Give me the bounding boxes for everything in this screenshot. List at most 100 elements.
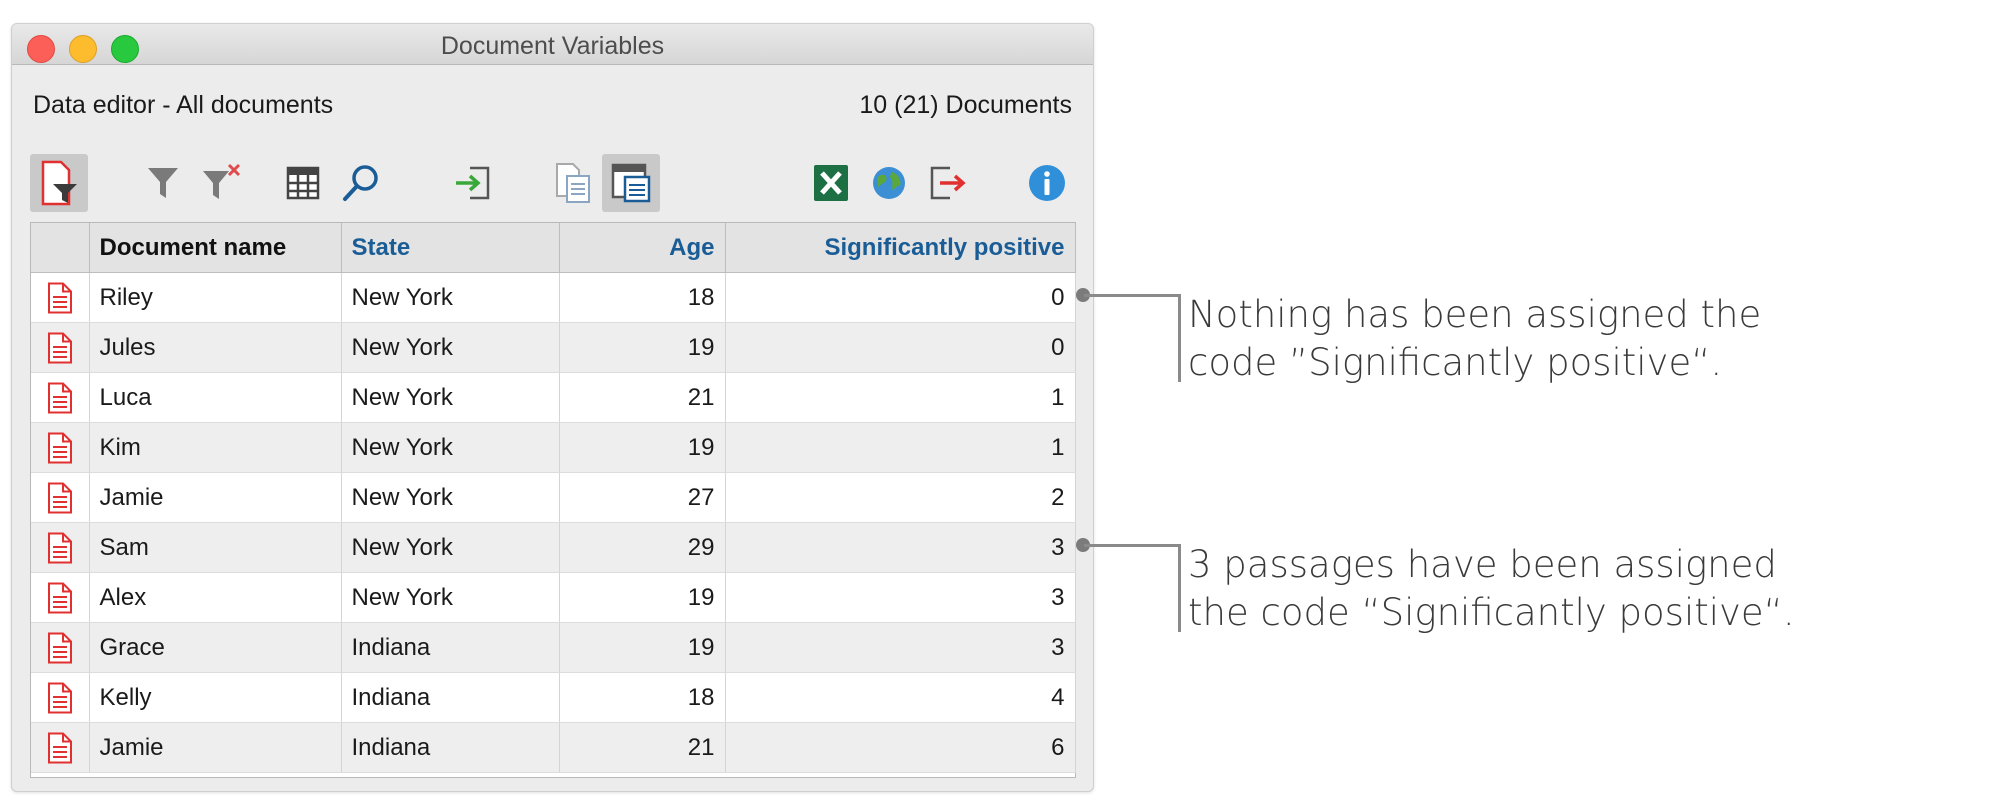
export-button[interactable] bbox=[918, 154, 976, 212]
document-view-button[interactable] bbox=[602, 154, 660, 212]
document-icon-cell[interactable] bbox=[31, 372, 90, 423]
document-list-icon bbox=[556, 163, 590, 203]
search-button[interactable] bbox=[332, 154, 390, 212]
document-view-icon bbox=[611, 163, 651, 203]
table-row[interactable]: Luca New York 21 1 bbox=[31, 372, 1076, 423]
significantly-positive-cell[interactable]: 4 bbox=[725, 672, 1076, 723]
columns-icon bbox=[286, 166, 320, 200]
significantly-positive-cell[interactable]: 0 bbox=[725, 322, 1076, 373]
age-cell[interactable]: 21 bbox=[559, 722, 726, 773]
document-icon-cell[interactable] bbox=[31, 472, 90, 523]
info-button[interactable] bbox=[1018, 154, 1076, 212]
age-cell[interactable]: 18 bbox=[559, 272, 726, 323]
document-icon bbox=[47, 432, 73, 463]
state-cell[interactable]: New York bbox=[341, 522, 560, 573]
document-name-cell[interactable]: Grace bbox=[89, 622, 342, 673]
age-cell[interactable]: 19 bbox=[559, 322, 726, 373]
document-icon bbox=[47, 582, 73, 613]
annotation-note-2-line-1: 3 passages have been assigned bbox=[1188, 543, 1777, 586]
column-header-document-name[interactable]: Document name bbox=[89, 223, 342, 273]
table-row[interactable]: Jamie Indiana 21 6 bbox=[31, 722, 1076, 773]
age-cell[interactable]: 19 bbox=[559, 622, 726, 673]
state-cell[interactable]: New York bbox=[341, 322, 560, 373]
significantly-positive-cell[interactable]: 0 bbox=[725, 272, 1076, 323]
column-header-age[interactable]: Age bbox=[559, 223, 726, 273]
import-icon bbox=[456, 166, 490, 200]
document-icon bbox=[47, 282, 73, 313]
annotation-connector-1 bbox=[1084, 294, 1180, 297]
state-cell[interactable]: New York bbox=[341, 472, 560, 523]
significantly-positive-cell[interactable]: 6 bbox=[725, 722, 1076, 773]
table-row[interactable]: Kelly Indiana 18 4 bbox=[31, 672, 1076, 723]
age-cell[interactable]: 19 bbox=[559, 422, 726, 473]
document-list-button[interactable] bbox=[543, 154, 601, 212]
document-icon-cell[interactable] bbox=[31, 672, 90, 723]
document-icon-cell[interactable] bbox=[31, 722, 90, 773]
document-icon-cell[interactable] bbox=[31, 422, 90, 473]
significantly-positive-cell[interactable]: 1 bbox=[725, 422, 1076, 473]
age-cell[interactable]: 18 bbox=[559, 672, 726, 723]
table-row[interactable]: Jamie New York 27 2 bbox=[31, 472, 1076, 523]
activate-filter-button[interactable] bbox=[134, 154, 192, 212]
column-header-significantly-positive[interactable]: Significantly positive bbox=[725, 223, 1076, 273]
info-icon bbox=[1029, 165, 1065, 201]
excel-export-button[interactable] bbox=[802, 154, 860, 212]
document-name-cell[interactable]: Kim bbox=[89, 422, 342, 473]
document-icon bbox=[47, 682, 73, 713]
table-row[interactable]: Jules New York 19 0 bbox=[31, 322, 1076, 373]
document-icon-cell[interactable] bbox=[31, 522, 90, 573]
state-cell[interactable]: New York bbox=[341, 372, 560, 423]
state-cell[interactable]: Indiana bbox=[341, 722, 560, 773]
significantly-positive-cell[interactable]: 2 bbox=[725, 472, 1076, 523]
age-cell[interactable]: 29 bbox=[559, 522, 726, 573]
table-row[interactable]: Alex New York 19 3 bbox=[31, 572, 1076, 623]
annotation-note-1-line-1: Nothing has been assigned the bbox=[1188, 293, 1762, 336]
document-icon bbox=[47, 532, 73, 563]
table-row[interactable]: Riley New York 18 0 bbox=[31, 272, 1076, 323]
state-cell[interactable]: New York bbox=[341, 422, 560, 473]
import-button[interactable] bbox=[444, 154, 502, 212]
document-name-cell[interactable]: Jamie bbox=[89, 472, 342, 523]
table-row[interactable]: Sam New York 29 3 bbox=[31, 522, 1076, 573]
document-name-cell[interactable]: Riley bbox=[89, 272, 342, 323]
document-icon-cell[interactable] bbox=[31, 322, 90, 373]
funnel-icon bbox=[148, 168, 178, 198]
document-name-cell[interactable]: Jamie bbox=[89, 722, 342, 773]
document-icon bbox=[47, 482, 73, 513]
document-name-cell[interactable]: Luca bbox=[89, 372, 342, 423]
icon-column-header[interactable] bbox=[31, 223, 90, 273]
annotation-note-1: Nothing has been assigned the code ”Sign… bbox=[1188, 291, 1761, 387]
data-editor-label: Data editor - All documents bbox=[33, 91, 334, 119]
document-icon bbox=[47, 732, 73, 763]
document-name-cell[interactable]: Jules bbox=[89, 322, 342, 373]
web-export-button[interactable] bbox=[860, 154, 918, 212]
state-cell[interactable]: New York bbox=[341, 272, 560, 323]
age-cell[interactable]: 19 bbox=[559, 572, 726, 623]
annotation-note-2-line-2: the code “Significantly positive“. bbox=[1188, 591, 1795, 634]
filter-documents-button[interactable] bbox=[30, 154, 88, 212]
table-row[interactable]: Kim New York 19 1 bbox=[31, 422, 1076, 473]
significantly-positive-cell[interactable]: 3 bbox=[725, 622, 1076, 673]
document-icon-cell[interactable] bbox=[31, 272, 90, 323]
state-cell[interactable]: Indiana bbox=[341, 672, 560, 723]
age-cell[interactable]: 27 bbox=[559, 472, 726, 523]
annotation-bracket-2 bbox=[1178, 544, 1181, 632]
column-header-state[interactable]: State bbox=[341, 223, 560, 273]
document-name-cell[interactable]: Sam bbox=[89, 522, 342, 573]
document-icon bbox=[47, 332, 73, 363]
reset-filter-button[interactable] bbox=[192, 154, 250, 212]
significantly-positive-cell[interactable]: 1 bbox=[725, 372, 1076, 423]
state-cell[interactable]: New York bbox=[341, 572, 560, 623]
age-cell[interactable]: 21 bbox=[559, 372, 726, 423]
significantly-positive-cell[interactable]: 3 bbox=[725, 572, 1076, 623]
export-icon bbox=[930, 166, 966, 200]
significantly-positive-cell[interactable]: 3 bbox=[725, 522, 1076, 573]
document-icon-cell[interactable] bbox=[31, 572, 90, 623]
annotation-note-1-line-2: code ”Significantly positive“. bbox=[1188, 341, 1723, 384]
columns-button[interactable] bbox=[274, 154, 332, 212]
document-name-cell[interactable]: Alex bbox=[89, 572, 342, 623]
table-row[interactable]: Grace Indiana 19 3 bbox=[31, 622, 1076, 673]
document-icon-cell[interactable] bbox=[31, 622, 90, 673]
document-name-cell[interactable]: Kelly bbox=[89, 672, 342, 723]
state-cell[interactable]: Indiana bbox=[341, 622, 560, 673]
